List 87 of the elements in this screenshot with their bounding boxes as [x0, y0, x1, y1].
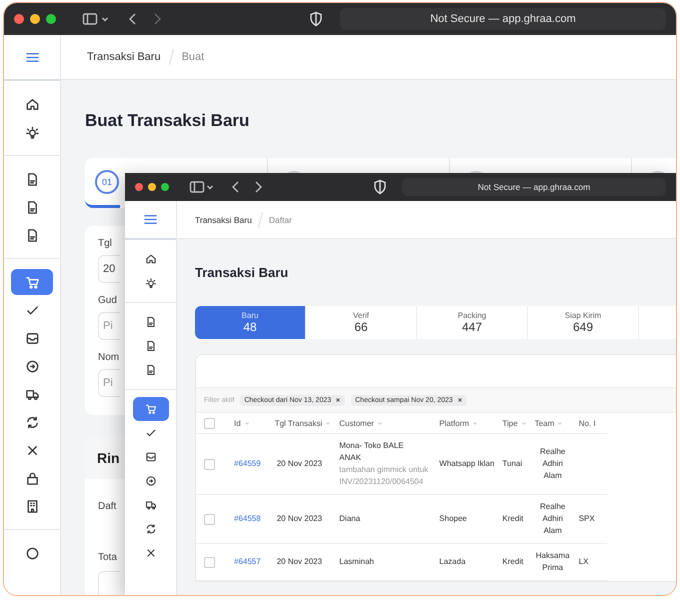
customer-note: tambahan gimmick untuk INV/20231120/0064504	[339, 464, 430, 488]
doc-icon	[144, 340, 156, 352]
select-all-checkbox[interactable]	[204, 418, 215, 428]
close-icon	[144, 547, 156, 559]
column-header[interactable]: Platform	[439, 418, 478, 428]
breadcrumb-current: Buat	[182, 51, 204, 63]
box-icon	[144, 451, 156, 463]
column-header[interactable]: Tgl Transaksi	[274, 418, 332, 428]
chevron-down-icon[interactable]	[101, 15, 109, 23]
home-icon	[24, 96, 40, 112]
cart-icon	[24, 274, 40, 290]
table-cell: SPX	[578, 514, 595, 523]
doc-icon	[144, 364, 156, 376]
minimize-button[interactable]	[148, 183, 156, 191]
status-tab[interactable]: Baru 48	[195, 306, 306, 339]
remove-icon[interactable]	[456, 397, 463, 403]
maximize-button[interactable]	[161, 183, 169, 191]
breadcrumb-link[interactable]: Transaksi Baru	[195, 214, 252, 224]
step-tab[interactable]: 01	[85, 158, 120, 208]
refresh-icon	[144, 523, 156, 535]
input-field[interactable]: 20	[98, 255, 120, 283]
check-icon	[144, 427, 156, 439]
field-label: Nom	[98, 352, 120, 363]
column-header[interactable]: Customer	[339, 418, 383, 428]
breadcrumb-link[interactable]: Transaksi Baru	[87, 51, 161, 63]
input-field[interactable]	[98, 571, 120, 595]
table-cell: 20 Nov 2023	[276, 459, 322, 468]
maximize-button[interactable]	[46, 14, 56, 24]
bulb-icon	[144, 277, 156, 289]
circle-icon	[24, 546, 40, 560]
table-cell: Shopee	[439, 514, 467, 523]
column-header[interactable]: Team	[534, 418, 564, 428]
refresh-icon	[24, 414, 40, 430]
table-cell: 20 Nov 2023	[276, 514, 322, 523]
table-cell: Whatsapp Iklan	[439, 459, 494, 468]
bag-icon	[24, 470, 40, 486]
bulb-icon	[24, 124, 40, 140]
field-label: Gud	[98, 295, 117, 306]
customer-name: Mona- Toko BALE ANAK	[339, 440, 405, 464]
cart-icon	[144, 403, 156, 415]
chevron-down-icon[interactable]	[206, 183, 214, 191]
field-label: Tgl	[98, 238, 112, 249]
address-bar[interactable]: Not Secure — app.ghraa.com	[340, 8, 666, 30]
table-cell: 20 Nov 2023	[276, 557, 322, 566]
column-header[interactable]: Tipe	[502, 418, 527, 428]
card-title: Rin	[97, 450, 120, 466]
table-cell: LX	[578, 557, 588, 566]
sidebar-toggle-icon[interactable]	[189, 179, 205, 195]
table-cell: Realhe Adhiri Alam	[540, 447, 566, 480]
order-link[interactable]: #64559	[234, 459, 261, 468]
page-title: Transaksi Baru	[195, 265, 290, 280]
field-label: Daft	[98, 501, 116, 512]
status-tab[interactable]: Packing 447	[417, 306, 528, 339]
order-link[interactable]: #64557	[234, 557, 261, 566]
shield-icon[interactable]	[372, 179, 388, 195]
menu-icon[interactable]	[143, 212, 158, 227]
status-tab[interactable]: Siap Kirim 649	[528, 306, 639, 339]
page-title: Buat Transaksi Baru	[85, 111, 250, 131]
order-link[interactable]: #64558	[234, 514, 261, 523]
table-cell: Kredit	[502, 557, 524, 566]
customer-name: Diana	[339, 513, 362, 525]
table-cell: Kredit	[502, 514, 524, 523]
shield-icon[interactable]	[308, 11, 324, 27]
table-cell: Tunai	[502, 459, 522, 468]
status-tab[interactable]: Verif 66	[306, 306, 417, 339]
field-label: Tota	[98, 552, 117, 563]
close-button[interactable]	[14, 14, 24, 24]
home-icon	[144, 253, 156, 265]
table-cell: Haksama Prima	[536, 551, 570, 572]
column-header[interactable]: Id	[234, 418, 250, 428]
row-checkbox[interactable]	[204, 514, 215, 524]
minimize-button[interactable]	[30, 14, 40, 24]
row-checkbox[interactable]	[204, 458, 215, 470]
customer-name: Lasminah	[339, 556, 375, 568]
table-cell: Realhe Adhiri Alam	[540, 502, 566, 535]
breadcrumb-current: Daftar	[268, 214, 292, 224]
truck-icon	[144, 499, 156, 511]
close-button[interactable]	[135, 183, 143, 191]
sidebar-toggle-icon[interactable]	[82, 11, 98, 27]
box-icon	[24, 330, 40, 346]
building-icon	[24, 498, 40, 514]
table-cell: Lazada	[439, 557, 466, 566]
row-checkbox[interactable]	[204, 556, 215, 568]
remove-icon[interactable]	[335, 397, 342, 403]
address-bar[interactable]: Not Secure — app.ghraa.com	[402, 178, 666, 196]
doc-icon	[144, 316, 156, 328]
column-header[interactable]: No. I	[578, 418, 596, 428]
